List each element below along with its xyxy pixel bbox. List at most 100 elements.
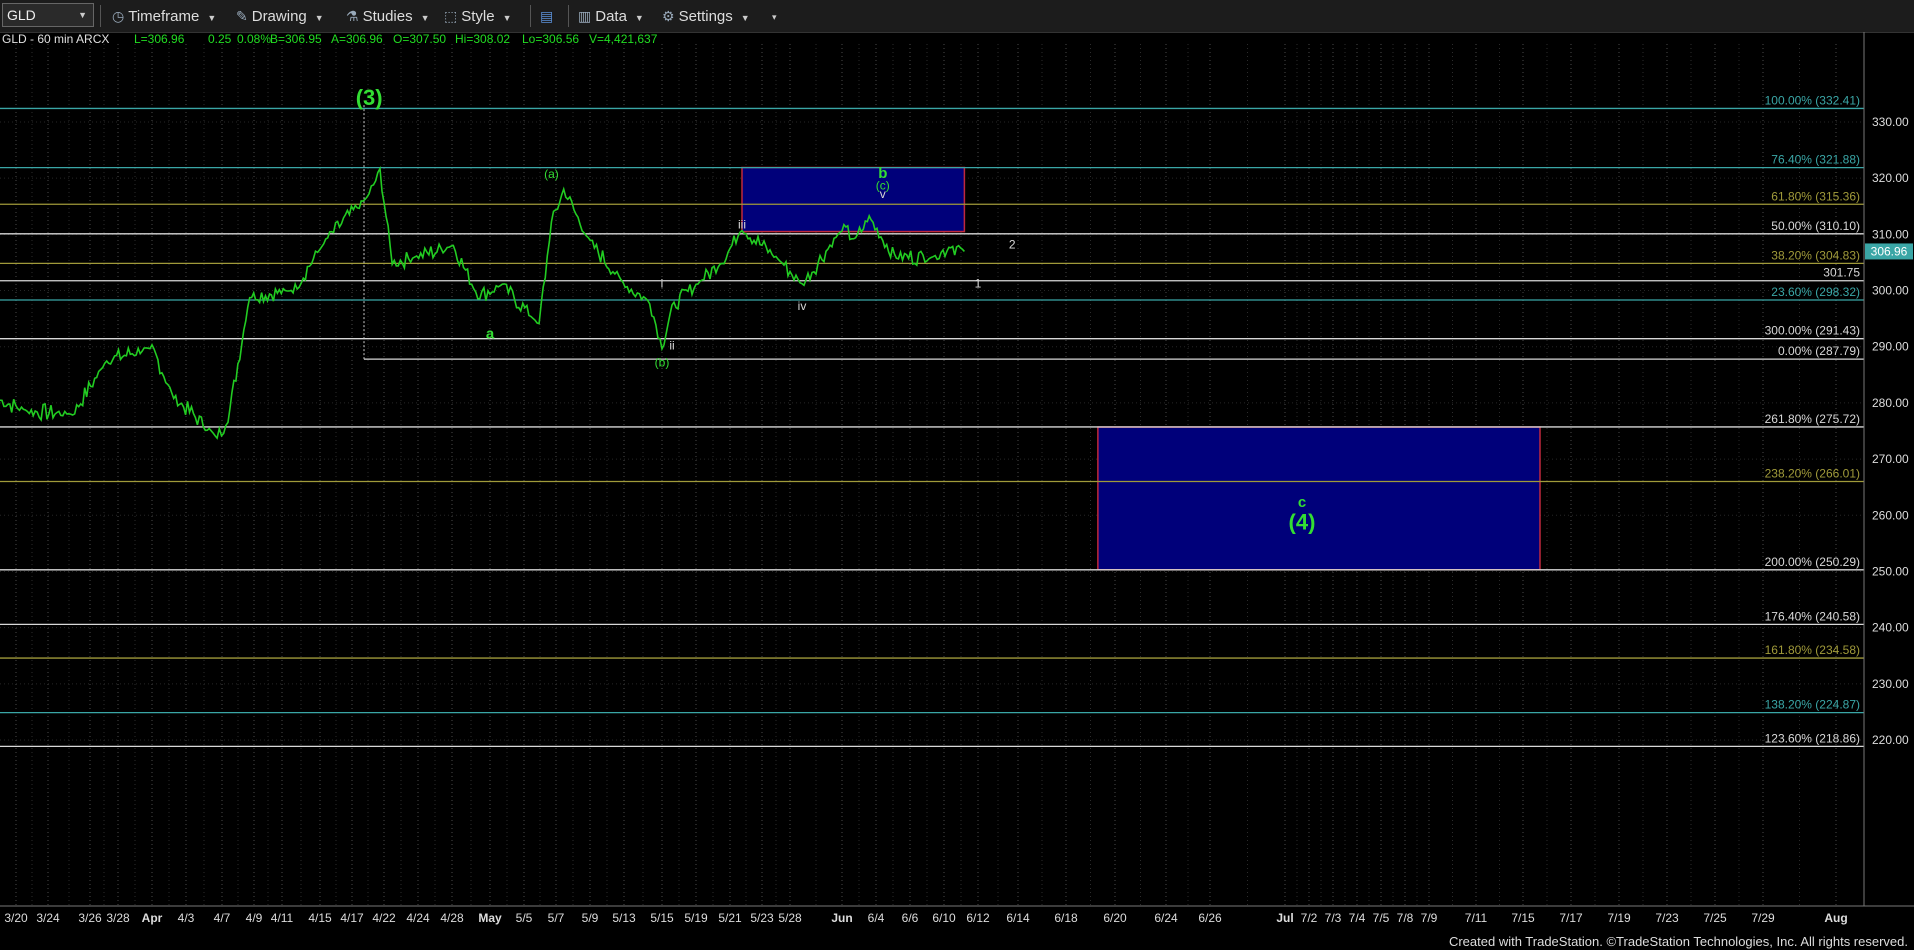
wave-label: (b) [655, 355, 670, 369]
x-tick-label: 7/29 [1751, 911, 1775, 925]
y-tick-label: 270.00 [1872, 452, 1909, 466]
timeframe-icon: ◷ [112, 8, 125, 24]
x-tick-label: 4/3 [178, 911, 195, 925]
symbol-input[interactable]: GLD ▼ [2, 3, 94, 27]
fib-level-label: 76.40% (321.88) [1771, 153, 1860, 167]
fib-level-label: 301.75 [1823, 266, 1860, 280]
y-tick-label: 250.00 [1872, 564, 1909, 578]
fib-level-label: 161.80% (234.58) [1765, 643, 1860, 657]
drawing-icon: ✎ [236, 8, 248, 24]
x-tick-label: 6/12 [966, 911, 990, 925]
x-tick-label: 5/28 [778, 911, 802, 925]
x-tick-label: 6/14 [1006, 911, 1030, 925]
wave-label: a [486, 325, 495, 342]
data-icon: ▥ [578, 8, 592, 24]
x-tick-label: Aug [1824, 911, 1847, 925]
x-tick-label: 4/24 [406, 911, 430, 925]
settings-button[interactable]: ⚙ Settings ▼ [662, 4, 750, 28]
timeframe-button[interactable]: ◷ Timeframe ▼ [112, 4, 216, 28]
fib-level-label: 238.20% (266.01) [1765, 467, 1860, 481]
y-tick-label: 310.00 [1872, 227, 1909, 241]
wave-label: ii [669, 339, 674, 353]
chevron-down-icon: ▼ [207, 13, 217, 23]
x-tick-label: 6/10 [932, 911, 956, 925]
settings-label: Settings [678, 8, 733, 25]
last-price-label: 306.96 [1871, 244, 1908, 258]
y-tick-label: 260.00 [1872, 508, 1909, 522]
quote-percent: 0.08% [237, 32, 271, 46]
x-tick-label: 4/28 [440, 911, 464, 925]
quote-last: L=306.96 [134, 32, 185, 46]
x-tick-label: 5/15 [650, 911, 674, 925]
x-tick-label: 6/4 [868, 911, 885, 925]
data-label: Data [595, 8, 627, 25]
x-tick-label: 7/23 [1655, 911, 1679, 925]
toolbar-divider [568, 5, 569, 27]
data-button[interactable]: ▥ Data ▼ [578, 4, 644, 28]
more-menu-button[interactable]: ▾ [764, 4, 777, 28]
x-tick-label: 7/3 [1325, 911, 1342, 925]
x-tick-label: 6/6 [902, 911, 919, 925]
wave-label: (a) [544, 167, 559, 181]
settings-icon: ⚙ [662, 8, 675, 24]
fib-level-label: 23.60% (298.32) [1771, 285, 1860, 299]
x-tick-label: 5/7 [548, 911, 565, 925]
price-chart[interactable]: 100.00% (332.41) 76.40% (321.88) 61.80% (3… [0, 32, 1914, 930]
x-tick-label: 4/9 [246, 911, 263, 925]
quote-values: L=306.96 0.25 0.08% B=306.95 A=306.96 O=… [134, 32, 658, 46]
x-tick-label: 4/15 [308, 911, 332, 925]
y-tick-label: 300.00 [1872, 284, 1909, 298]
x-tick-label: 4/11 [271, 911, 294, 925]
x-tick-label: 3/26 [78, 911, 102, 925]
drawing-button[interactable]: ✎ Drawing ▼ [236, 4, 324, 28]
x-tick-label: 5/23 [750, 911, 774, 925]
layout-button[interactable]: ▤ [540, 4, 557, 28]
x-tick-label: 5/9 [582, 911, 599, 925]
target-zone-box [741, 166, 966, 233]
studies-button[interactable]: ⚗ Studies ▼ [346, 4, 430, 28]
x-tick-label: 6/18 [1054, 911, 1078, 925]
wave-label: v [880, 187, 886, 201]
x-tick-label: 4/22 [372, 911, 396, 925]
quote-high: Hi=308.02 [455, 32, 510, 46]
wave-label: 1 [975, 277, 982, 291]
x-tick-label: 7/15 [1511, 911, 1535, 925]
y-tick-label: 220.00 [1872, 733, 1909, 747]
y-tick-label: 240.00 [1872, 621, 1909, 635]
x-tick-label: 7/4 [1349, 911, 1366, 925]
toolbar-divider [100, 5, 101, 27]
x-tick-label: 5/13 [612, 911, 636, 925]
x-tick-label: 7/8 [1397, 911, 1414, 925]
chevron-down-icon: ▼ [502, 13, 512, 23]
x-tick-label: 5/21 [718, 911, 742, 925]
fib-level-label: 50.00% (310.10) [1771, 219, 1860, 233]
x-tick-label: 7/19 [1607, 911, 1631, 925]
wave-label: 2 [1009, 237, 1016, 251]
quote-ask: A=306.96 [331, 32, 383, 46]
quote-bid: B=306.95 [270, 32, 322, 46]
style-label: Style [461, 8, 495, 25]
symbol-text: GLD [7, 7, 36, 23]
y-tick-label: 290.00 [1872, 340, 1909, 354]
fib-level-label: 138.20% (224.87) [1765, 698, 1860, 712]
x-tick-label: 7/2 [1301, 911, 1318, 925]
wave-label: i [661, 277, 664, 291]
drawing-label: Drawing [251, 8, 307, 25]
wave-label: iv [798, 299, 807, 313]
x-tick-label: 7/9 [1421, 911, 1438, 925]
x-tick-label: 3/24 [36, 911, 60, 925]
timeframe-label: Timeframe [128, 8, 200, 25]
wave-label: (4) [1289, 509, 1316, 534]
x-tick-label: 3/28 [106, 911, 130, 925]
quote-volume: V=4,421,637 [589, 32, 658, 46]
chevron-down-icon: ▾ [772, 12, 777, 22]
style-button[interactable]: ⬚ Style ▼ [444, 4, 512, 28]
x-tick-label: 6/20 [1103, 911, 1127, 925]
layout-icon: ▤ [540, 8, 554, 24]
x-tick-label: 4/7 [214, 911, 231, 925]
wave-label: (3) [356, 85, 383, 110]
y-tick-label: 230.00 [1872, 677, 1909, 691]
x-tick-label: 4/17 [340, 911, 364, 925]
toolbar-divider [530, 5, 531, 27]
studies-label: Studies [362, 8, 413, 25]
